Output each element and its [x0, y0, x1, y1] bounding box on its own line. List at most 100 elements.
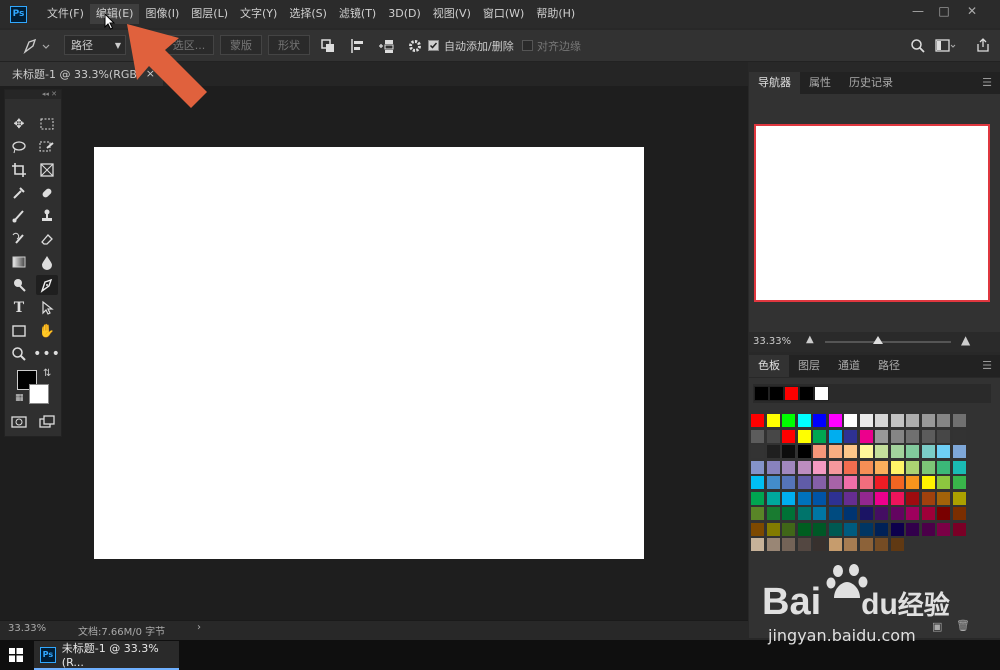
color-swatch[interactable] [844, 460, 857, 474]
zoom-slider-handle[interactable] [873, 336, 883, 344]
frame-tool-icon[interactable] [36, 160, 58, 180]
color-swatch[interactable] [875, 460, 888, 474]
taskbar-photoshop-item[interactable]: Ps 未标题-1 @ 33.3%(R... [34, 641, 179, 670]
color-swatch[interactable] [797, 414, 811, 427]
color-swatch[interactable] [797, 538, 811, 551]
color-swatch[interactable] [844, 507, 857, 520]
color-swatch[interactable] [859, 460, 873, 474]
color-swatch[interactable] [782, 491, 795, 505]
path-arrangement-icon[interactable] [376, 37, 396, 55]
marquee-tool-icon[interactable] [36, 114, 58, 134]
color-swatch[interactable] [844, 476, 857, 489]
color-swatch[interactable] [844, 445, 857, 458]
color-swatch[interactable] [813, 460, 826, 474]
color-swatch[interactable] [921, 445, 935, 458]
color-swatch[interactable] [766, 507, 780, 520]
color-swatch[interactable] [906, 491, 919, 505]
color-swatch[interactable] [890, 414, 904, 427]
color-swatch[interactable] [859, 491, 873, 505]
document-canvas[interactable] [94, 147, 644, 559]
history-brush-tool-icon[interactable] [8, 229, 30, 249]
quick-mask-icon[interactable] [8, 412, 30, 432]
tab-layers[interactable]: 图层 [789, 355, 829, 377]
color-swatch[interactable] [859, 522, 873, 536]
color-swatch[interactable] [875, 522, 888, 536]
color-swatch[interactable] [859, 538, 873, 551]
color-swatch[interactable] [937, 445, 950, 458]
color-swatch[interactable] [828, 491, 842, 505]
color-swatch[interactable] [921, 507, 935, 520]
color-swatch[interactable] [890, 429, 904, 443]
color-swatch[interactable] [937, 476, 950, 489]
color-swatch[interactable] [813, 507, 826, 520]
color-swatch[interactable] [859, 414, 873, 427]
mask-button[interactable]: 蒙版 [220, 35, 262, 55]
color-swatch[interactable] [952, 429, 966, 443]
color-swatch[interactable] [797, 507, 811, 520]
color-swatch[interactable] [797, 460, 811, 474]
clone-stamp-tool-icon[interactable] [36, 206, 58, 226]
windows-start-icon[interactable] [9, 648, 23, 662]
color-swatch[interactable] [844, 491, 857, 505]
color-swatch[interactable] [766, 460, 780, 474]
swap-colors-icon[interactable]: ⇅ [43, 368, 51, 379]
color-swatch[interactable] [875, 476, 888, 489]
color-swatch[interactable] [782, 429, 795, 443]
color-swatch[interactable] [766, 538, 780, 551]
color-swatch[interactable] [782, 538, 795, 551]
color-swatch[interactable] [921, 460, 935, 474]
color-swatch[interactable] [890, 522, 904, 536]
default-colors-icon[interactable]: ▦ [15, 393, 24, 403]
pen-tool-preset-icon[interactable] [22, 37, 52, 55]
color-swatch[interactable] [921, 429, 935, 443]
color-swatch[interactable] [766, 429, 780, 443]
color-swatch[interactable] [906, 429, 919, 443]
color-swatch[interactable] [890, 460, 904, 474]
status-menu-icon[interactable]: › [197, 622, 201, 633]
color-swatch[interactable] [937, 460, 950, 474]
color-swatch[interactable] [921, 476, 935, 489]
tab-navigator[interactable]: 导航器 [749, 72, 800, 94]
gradient-tool-icon[interactable] [8, 252, 30, 272]
lasso-tool-icon[interactable] [8, 137, 30, 157]
color-swatch[interactable] [751, 507, 764, 520]
gear-icon[interactable] [407, 38, 423, 54]
type-tool-icon[interactable]: T [8, 298, 30, 318]
zoom-out-icon[interactable]: ▲ [806, 334, 814, 345]
color-swatch[interactable] [875, 445, 888, 458]
color-swatch[interactable] [751, 445, 764, 458]
color-swatch[interactable] [751, 538, 764, 551]
color-swatch[interactable] [875, 538, 888, 551]
color-swatch[interactable] [797, 522, 811, 536]
auto-add-delete-checkbox[interactable] [428, 40, 439, 51]
background-color-swatch[interactable] [29, 384, 49, 404]
path-alignment-icon[interactable] [350, 38, 366, 54]
color-swatch[interactable] [828, 538, 842, 551]
move-tool-icon[interactable]: ✥ [8, 114, 30, 134]
color-swatch[interactable] [859, 507, 873, 520]
color-swatch[interactable] [766, 476, 780, 489]
recent-swatch[interactable] [754, 386, 769, 401]
color-swatch[interactable] [828, 445, 842, 458]
color-swatch[interactable] [890, 491, 904, 505]
color-swatch[interactable] [751, 476, 764, 489]
color-swatch[interactable] [813, 429, 826, 443]
color-swatch[interactable] [906, 414, 919, 427]
menu-filter[interactable]: 滤镜(T) [333, 4, 382, 24]
color-swatch[interactable] [751, 414, 764, 427]
search-icon[interactable] [910, 38, 926, 54]
tools-panel-header[interactable]: ◂◂ ✕ [5, 90, 61, 99]
color-swatch[interactable] [844, 538, 857, 551]
pen-tool-icon[interactable] [36, 275, 58, 295]
recent-swatch[interactable] [814, 386, 829, 401]
recent-swatch[interactable] [784, 386, 799, 401]
tab-history[interactable]: 历史记录 [840, 72, 902, 94]
minimize-icon[interactable]: — [904, 2, 932, 20]
color-swatch[interactable] [875, 507, 888, 520]
eraser-tool-icon[interactable] [36, 229, 58, 249]
workspace-icon[interactable] [935, 38, 957, 54]
blur-tool-icon[interactable] [36, 252, 58, 272]
menu-3d[interactable]: 3D(D) [382, 4, 427, 24]
color-swatch[interactable] [813, 476, 826, 489]
color-swatch[interactable] [906, 460, 919, 474]
